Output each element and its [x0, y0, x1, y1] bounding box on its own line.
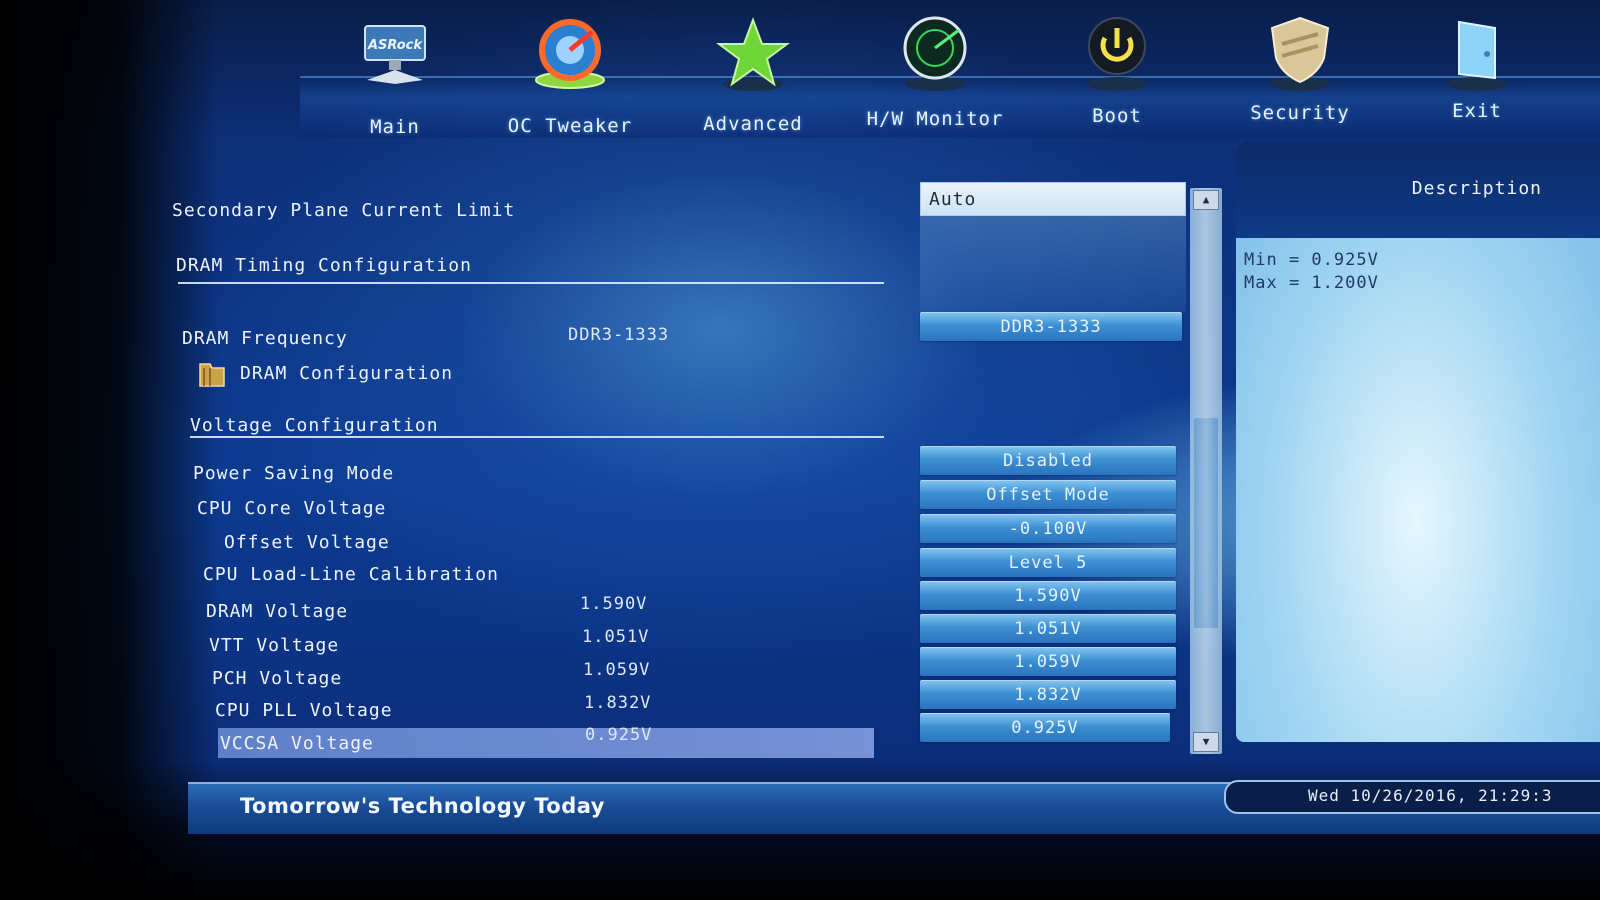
top-navigation: ASRock Main OC Tweaker Advanced H/W Moni… — [300, 0, 1600, 150]
cpu-core-voltage-value-button[interactable]: Offset Mode — [920, 480, 1176, 509]
dram-frequency-label[interactable]: DRAM Frequency — [182, 328, 348, 349]
tab-security-label: Security — [1250, 102, 1350, 124]
description-panel: Description Min = 0.925V Max = 1.200V — [1236, 142, 1600, 742]
secondary-plane-current-limit-label[interactable]: Secondary Plane Current Limit — [172, 200, 515, 221]
exit-door-icon — [1447, 20, 1507, 91]
scroll-up-arrow-icon[interactable]: ▲ — [1193, 190, 1219, 210]
vtt-voltage-label[interactable]: VTT Voltage — [209, 635, 339, 656]
footer-bar: Tomorrow's Technology Today Wed 10/26/20… — [188, 780, 1600, 834]
radar-icon — [903, 16, 967, 91]
settings-scrollbar[interactable]: ▲ ▼ — [1190, 188, 1222, 754]
tab-exit[interactable]: Exit — [1392, 0, 1562, 145]
tab-exit-label: Exit — [1452, 100, 1502, 122]
pch-voltage-value-button[interactable]: 1.059V — [920, 647, 1176, 676]
shield-icon — [1270, 16, 1330, 91]
speedometer-icon — [535, 19, 605, 89]
scroll-down-arrow-icon[interactable]: ▼ — [1193, 732, 1219, 752]
cpu-pll-voltage-label[interactable]: CPU PLL Voltage — [215, 700, 393, 721]
tab-boot[interactable]: Boot — [1032, 0, 1202, 145]
tab-oc-tweaker[interactable]: OC Tweaker — [485, 0, 655, 145]
pch-voltage-current: 1.059V — [583, 660, 651, 680]
description-max: Max = 1.200V — [1244, 273, 1379, 293]
footer-datetime: Wed 10/26/2016, 21:29:3 — [1308, 786, 1553, 805]
voltage-section-title: Voltage Configuration — [190, 415, 439, 436]
power-saving-mode-value-button[interactable]: Disabled — [920, 446, 1176, 475]
asrock-logo-text: ASRock — [367, 38, 423, 53]
dram-frequency-value-button[interactable]: DDR3-1333 — [920, 312, 1182, 341]
power-saving-mode-label[interactable]: Power Saving Mode — [193, 463, 394, 484]
dram-timing-section-title: DRAM Timing Configuration — [176, 255, 472, 276]
tab-boot-label: Boot — [1092, 105, 1142, 127]
vtt-voltage-current: 1.051V — [582, 627, 650, 647]
tab-oc-tweaker-label: OC Tweaker — [507, 115, 633, 137]
footer-slogan: Tomorrow's Technology Today — [240, 794, 605, 818]
star-icon — [716, 17, 790, 91]
tab-main-label: Main — [370, 116, 420, 138]
dram-voltage-value-button[interactable]: 1.590V — [920, 581, 1176, 610]
tab-security[interactable]: Security — [1215, 0, 1385, 145]
tab-advanced[interactable]: Advanced — [668, 0, 838, 145]
vccsa-voltage-current: 0.925V — [585, 725, 653, 745]
description-min: Min = 0.925V — [1244, 250, 1379, 270]
vccsa-voltage-label[interactable]: VCCSA Voltage — [220, 733, 374, 754]
dram-voltage-current: 1.590V — [580, 594, 648, 614]
pch-voltage-label[interactable]: PCH Voltage — [212, 668, 342, 689]
description-header: Description — [1236, 142, 1600, 238]
scroll-thumb[interactable] — [1194, 418, 1218, 628]
dram-frequency-current: DDR3-1333 — [568, 325, 670, 345]
offset-voltage-value-button[interactable]: -0.100V — [920, 514, 1176, 543]
section-divider — [190, 436, 884, 438]
current-limit-dropdown[interactable]: Auto — [920, 182, 1186, 216]
section-divider — [178, 282, 884, 284]
tab-advanced-label: Advanced — [703, 113, 803, 135]
tab-main[interactable]: ASRock Main — [310, 0, 480, 145]
cpu-llc-label[interactable]: CPU Load-Line Calibration — [203, 564, 499, 585]
clock-display: Wed 10/26/2016, 21:29:3 — [1224, 780, 1600, 814]
asrock-monitor-icon: ASRock — [364, 25, 426, 84]
cpu-pll-voltage-value-button[interactable]: 1.832V — [920, 680, 1176, 709]
bios-screen: ASRock Main OC Tweaker Advanced H/W Moni… — [0, 0, 1600, 900]
description-title: Description — [1411, 178, 1542, 199]
dram-voltage-label[interactable]: DRAM Voltage — [206, 601, 348, 622]
cpu-core-voltage-label[interactable]: CPU Core Voltage — [197, 498, 386, 519]
vtt-voltage-value-button[interactable]: 1.051V — [920, 614, 1176, 643]
cpu-pll-voltage-current: 1.832V — [584, 693, 652, 713]
power-icon — [1087, 17, 1147, 91]
tab-hw-monitor-label: H/W Monitor — [866, 108, 1004, 130]
dram-configuration-link[interactable]: DRAM Configuration — [240, 363, 453, 384]
folder-icon — [199, 363, 225, 387]
offset-voltage-label[interactable]: Offset Voltage — [224, 532, 390, 553]
dropdown-options-panel — [920, 216, 1186, 312]
tab-hw-monitor[interactable]: H/W Monitor — [850, 0, 1020, 145]
cpu-llc-value-button[interactable]: Level 5 — [920, 548, 1176, 577]
vccsa-voltage-value-button[interactable]: 0.925V — [920, 713, 1170, 742]
